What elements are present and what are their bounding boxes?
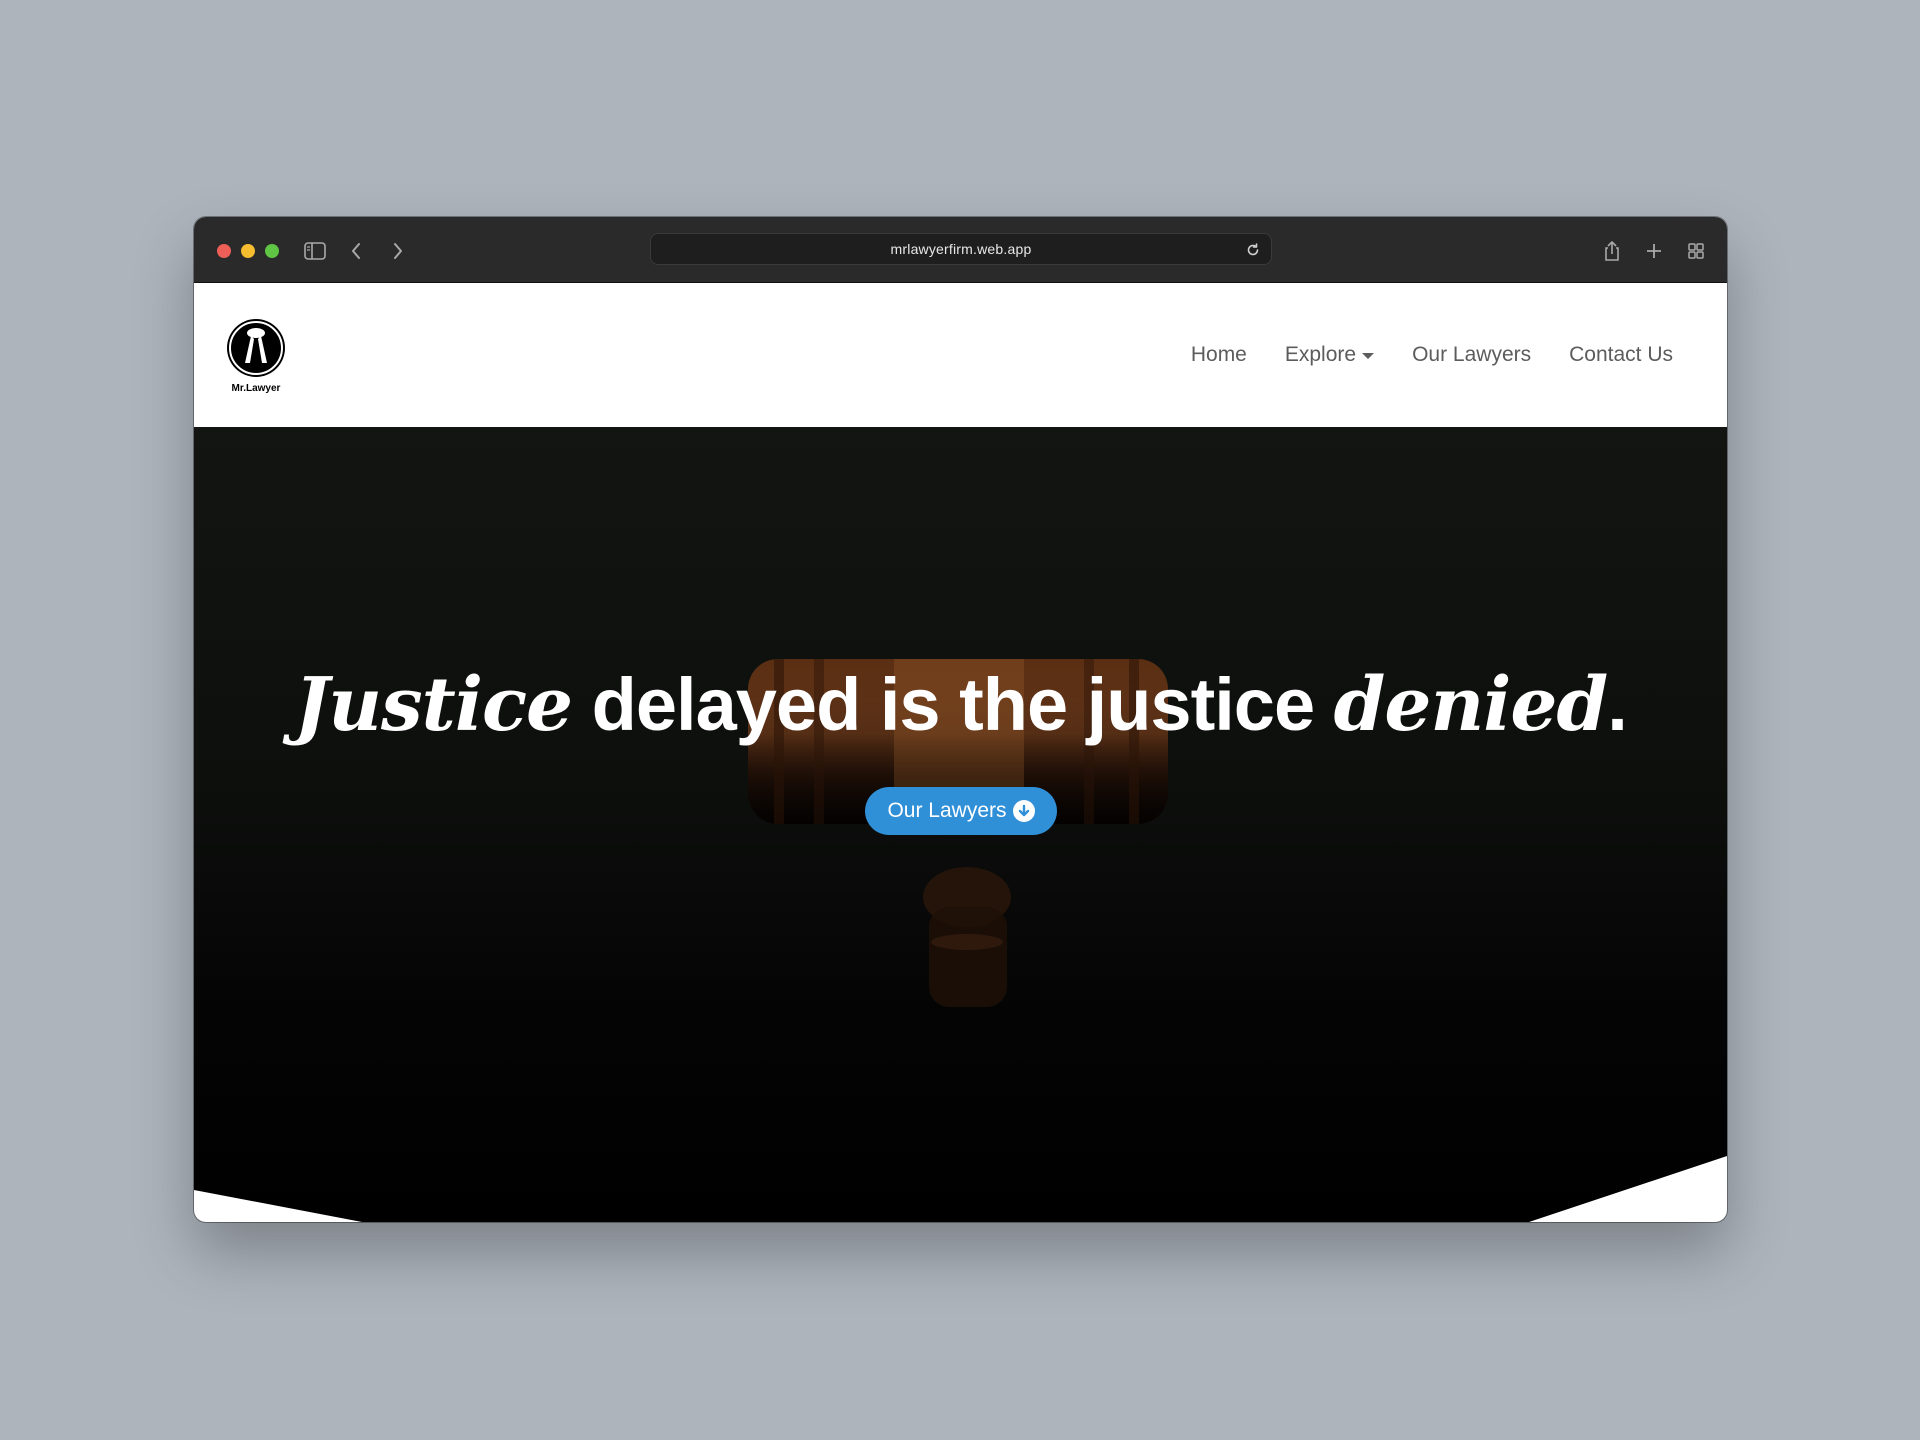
back-icon[interactable] [341,236,371,266]
share-icon[interactable] [1597,236,1627,266]
address-bar[interactable]: mrlawyerfirm.web.app [650,233,1272,265]
hero-heading-middle: delayed is the justice [572,663,1334,746]
url-text: mrlawyerfirm.web.app [890,241,1032,257]
hero-heading-period: . [1607,663,1628,746]
close-window-button[interactable] [217,244,231,258]
nav-explore-label: Explore [1284,343,1357,366]
our-lawyers-button[interactable]: Our Lawyers [865,787,1057,835]
zoom-window-button[interactable] [265,244,279,258]
hero-section: Justice delayed is the justice denied. O… [194,427,1727,1222]
arrow-circle-down-icon [1012,800,1035,822]
hero-heading: Justice delayed is the justice denied. [194,662,1727,748]
caret-down-icon [1362,353,1375,359]
minimize-window-button[interactable] [241,244,255,258]
reload-icon[interactable] [1243,240,1263,260]
site-logo[interactable]: Mr.Lawyer [224,319,288,399]
nav-contact[interactable]: Contact Us [1569,343,1673,367]
sidebar-icon[interactable] [300,236,330,266]
tab-overview-icon[interactable] [1681,236,1711,266]
main-nav: Home Explore Our Lawyers Contact Us [1191,283,1673,427]
nav-our-lawyers[interactable]: Our Lawyers [1412,343,1531,367]
hero-bottom-divider [194,1156,1727,1222]
nav-explore-dropdown[interactable]: Explore [1284,343,1375,367]
logo-text: Mr.Lawyer [231,383,281,394]
forward-icon[interactable] [383,236,413,266]
new-tab-icon[interactable] [1639,236,1669,266]
browser-toolbar: mrlawyerfirm.web.app [194,217,1727,283]
site-navbar: Mr.Lawyer Home Explore Our Lawyers Conta… [194,283,1727,427]
browser-window: mrlawyerfirm.web.app Mr.Lawyer Home Expl… [194,217,1727,1222]
nav-home[interactable]: Home [1191,343,1247,367]
lawyer-band-icon [227,319,285,377]
hero-heading-denied: denied [1333,662,1609,748]
hero-heading-justice: Justice [294,662,573,748]
cta-label: Our Lawyers [887,799,1007,822]
